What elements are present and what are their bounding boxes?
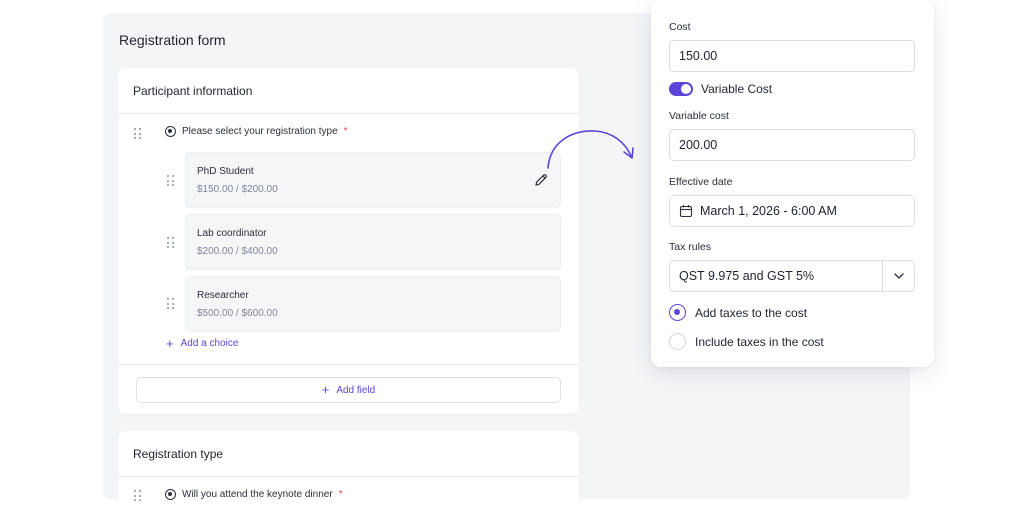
choice-price: $200.00 / $400.00 <box>197 246 278 257</box>
add-field-button[interactable]: + Add field <box>136 377 561 403</box>
effective-date-input[interactable]: March 1, 2026 - 6:00 AM <box>669 195 915 227</box>
cost-settings-popover: Cost 150.00 Variable Cost Variable cost … <box>651 0 934 367</box>
add-choice-label: Add a choice <box>180 338 239 349</box>
keynote-dinner-question: Will you attend the keynote dinner * <box>165 489 343 500</box>
curved-arrow-icon <box>547 130 634 169</box>
calendar-icon <box>679 205 693 218</box>
drag-handle-icon[interactable] <box>167 298 175 310</box>
question-text: Please select your registration type <box>182 126 338 137</box>
divider <box>118 364 579 365</box>
drag-handle-icon[interactable] <box>167 237 175 249</box>
registration-card-title: Registration type <box>118 431 579 477</box>
tax-option-label: Include taxes in the cost <box>695 334 824 349</box>
radio-icon <box>165 126 176 137</box>
drag-handle-icon[interactable] <box>167 175 175 187</box>
tax-rules-label: Tax rules <box>669 241 712 253</box>
tax-rules-value: QST 9.975 and GST 5% <box>679 269 815 283</box>
required-mark: * <box>338 489 343 500</box>
choice-name: Lab coordinator <box>197 228 267 239</box>
variable-cost-toggle[interactable] <box>669 82 693 96</box>
variable-cost-toggle-row: Variable Cost <box>669 82 772 96</box>
cost-value: 150.00 <box>679 49 718 63</box>
add-choice-button[interactable]: + Add a choice <box>166 335 239 351</box>
radio-selected-icon[interactable] <box>669 304 686 321</box>
participant-information-card: Participant information Please select yo… <box>118 68 579 414</box>
plus-icon: + <box>321 382 330 397</box>
choice-name: Researcher <box>197 290 249 301</box>
participant-card-title: Participant information <box>118 68 579 114</box>
tax-option-include-taxes[interactable]: Include taxes in the cost <box>669 333 824 350</box>
add-field-label: Add field <box>336 384 376 396</box>
required-mark: * <box>343 126 348 137</box>
tax-option-add-taxes[interactable]: Add taxes to the cost <box>669 304 807 321</box>
cost-label: Cost <box>669 21 691 33</box>
cost-input[interactable]: 150.00 <box>669 40 915 72</box>
choice-name: PhD Student <box>197 166 254 177</box>
drag-handle-icon[interactable] <box>134 490 142 502</box>
variable-cost-value: 200.00 <box>679 138 718 152</box>
registration-type-card: Registration type Will you attend the ke… <box>118 431 579 510</box>
drag-handle-icon[interactable] <box>134 128 142 140</box>
choice-price: $150.00 / $200.00 <box>197 184 278 195</box>
tax-rules-select[interactable]: QST 9.975 and GST 5% <box>669 260 915 292</box>
variable-cost-input[interactable]: 200.00 <box>669 129 915 161</box>
radio-unselected-icon[interactable] <box>669 333 686 350</box>
choice-price: $500.00 / $600.00 <box>197 308 278 319</box>
registration-type-question: Please select your registration type * <box>165 126 348 137</box>
tax-rules-dropdown-button[interactable] <box>882 261 914 291</box>
choice-item-phd-student[interactable]: PhD Student $150.00 / $200.00 <box>185 152 561 208</box>
variable-cost-toggle-label: Variable Cost <box>701 82 773 96</box>
plus-icon: + <box>166 335 174 351</box>
choice-item-researcher[interactable]: Researcher $500.00 / $600.00 <box>185 276 561 332</box>
effective-date-label: Effective date <box>669 176 733 188</box>
question-text: Will you attend the keynote dinner <box>182 489 333 500</box>
chevron-down-icon <box>893 273 904 279</box>
choice-item-lab-coordinator[interactable]: Lab coordinator $200.00 / $400.00 <box>185 214 561 270</box>
tax-option-label: Add taxes to the cost <box>695 305 808 320</box>
form-title: Registration form <box>119 32 226 48</box>
variable-cost-label: Variable cost <box>669 110 729 122</box>
radio-icon <box>165 489 176 500</box>
effective-date-value: March 1, 2026 - 6:00 AM <box>700 204 837 218</box>
